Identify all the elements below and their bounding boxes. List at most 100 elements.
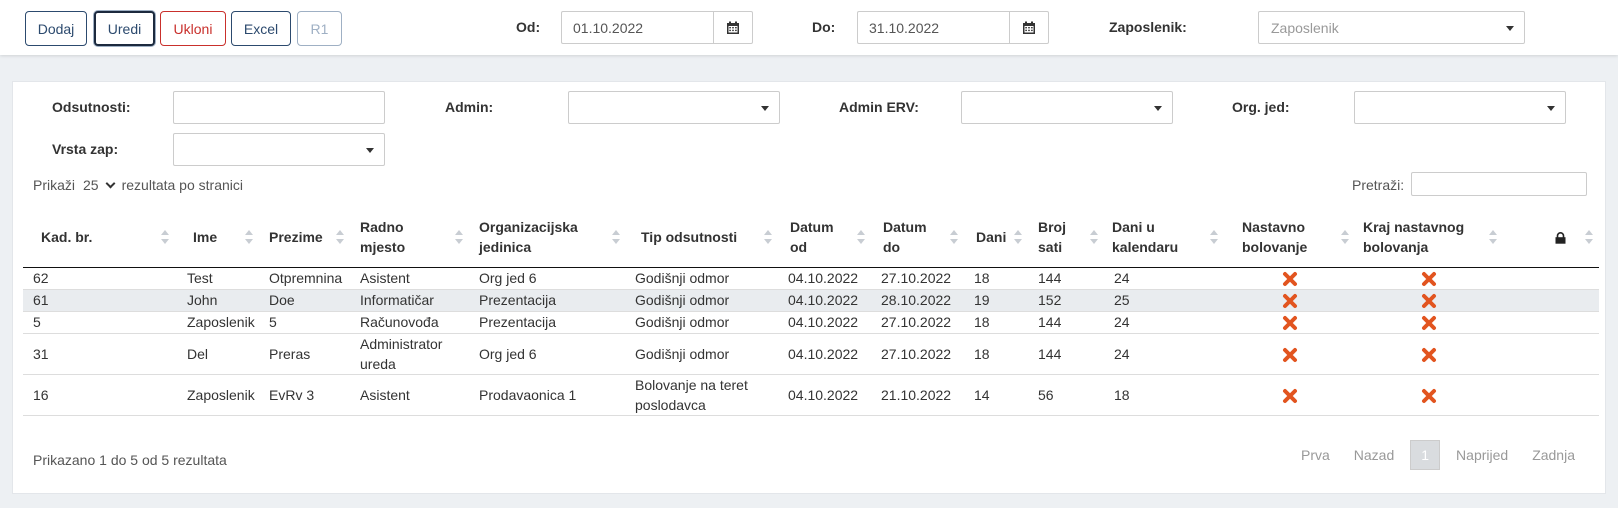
results-info: Prikazano 1 do 5 od 5 rezultata	[33, 452, 227, 468]
cell-kraj-nastavnog-bolovanja	[1355, 288, 1503, 311]
cell-radno-mjesto: Asistent	[350, 373, 469, 416]
per-page-label: rezultata po stranici	[121, 177, 243, 193]
sort-icon	[1090, 229, 1098, 244]
absences-input[interactable]	[173, 91, 385, 124]
cell-radno-mjesto: Asistent	[350, 266, 469, 289]
main-panel: Odsutnosti: Admin: Admin ERV: Org. jed: …	[12, 81, 1606, 494]
r1-button[interactable]: R1	[297, 11, 342, 46]
chevron-down-icon	[105, 178, 116, 188]
to-date-calendar-button[interactable]	[1009, 11, 1049, 44]
cell-nastavno-bolovanje	[1224, 288, 1355, 311]
admin-select[interactable]	[568, 91, 780, 124]
cell-broj-sati: 144	[1028, 310, 1104, 333]
sort-icon	[1014, 229, 1022, 244]
pagination-last[interactable]: Zadnja	[1520, 441, 1587, 469]
calendar-icon	[727, 21, 739, 34]
cell-prezime: Preras	[259, 332, 350, 374]
cell-datum-od: 04.10.2022	[778, 310, 871, 333]
search-input[interactable]	[1411, 172, 1587, 196]
pagination: Prva Nazad 1 Naprijed Zadnja	[1289, 440, 1587, 470]
x-icon	[1282, 316, 1297, 331]
cell-tip-odsutnosti: Bolovanje na teret poslodavca	[626, 373, 778, 416]
cell-kraj-nastavnog-bolovanja	[1355, 266, 1503, 289]
cell-org-jed: Prezentacija	[469, 288, 626, 311]
cell-datum-od: 04.10.2022	[778, 373, 871, 416]
sort-icon	[1210, 229, 1218, 244]
cell-ime: John	[175, 288, 259, 311]
from-date-calendar-button[interactable]	[713, 11, 753, 44]
cell-datum-od: 04.10.2022	[778, 332, 871, 374]
col-header-radno-mjesto[interactable]: Radno mjesto	[350, 207, 469, 268]
from-date-input[interactable]: 01.10.2022	[561, 11, 714, 44]
edit-button[interactable]: Uredi	[94, 11, 155, 46]
cell-ime: Zaposlenik	[175, 373, 259, 416]
table-row[interactable]: 31 Del Preras Administrator ureda Org je…	[23, 332, 1599, 374]
cell-prezime: 5	[259, 310, 350, 333]
col-header-nastavno-bolovanje[interactable]: Nastavno bolovanje	[1224, 207, 1355, 268]
org-unit-select[interactable]	[1354, 91, 1566, 124]
search-label: Pretraži:	[1352, 177, 1405, 193]
sort-icon	[455, 229, 463, 244]
remove-button[interactable]: Ukloni	[160, 11, 226, 46]
x-icon	[1282, 347, 1297, 362]
lock-icon	[1555, 232, 1566, 244]
cell-datum-od: 04.10.2022	[778, 288, 871, 311]
admin-label: Admin:	[445, 99, 494, 115]
cell-org-jed: Prezentacija	[469, 310, 626, 333]
x-icon	[1422, 316, 1436, 331]
table-row[interactable]: 62 Test Otpremnina Asistent Org jed 6 Go…	[23, 266, 1599, 289]
col-header-ime[interactable]: Ime	[175, 207, 259, 268]
table-row[interactable]: 61 John Doe Informatičar Prezentacija Go…	[23, 288, 1599, 311]
excel-button[interactable]: Excel	[231, 11, 291, 46]
cell-nastavno-bolovanje	[1224, 332, 1355, 374]
table-header-row: Kad. br. Ime Prezime Radno mjesto Organi…	[23, 207, 1599, 268]
pagination-prev[interactable]: Nazad	[1342, 441, 1406, 469]
col-header-dani[interactable]: Dani	[964, 207, 1028, 268]
pagination-first[interactable]: Prva	[1289, 441, 1342, 469]
cell-broj-sati: 152	[1028, 288, 1104, 311]
col-header-lock[interactable]	[1503, 207, 1599, 268]
col-header-datum-od[interactable]: Datum od	[778, 207, 871, 268]
employee-select[interactable]: Zaposlenik	[1258, 11, 1525, 44]
cell-prezime: EvRv 3	[259, 373, 350, 416]
admin-erv-select[interactable]	[961, 91, 1173, 124]
col-header-prezime[interactable]: Prezime	[259, 207, 350, 268]
cell-kad-br: 31	[23, 332, 175, 374]
cell-ime: Zaposlenik	[175, 310, 259, 333]
cell-dani: 14	[964, 373, 1028, 416]
cell-org-jed: Prodavaonica 1	[469, 373, 626, 416]
table-row[interactable]: 16 Zaposlenik EvRv 3 Asistent Prodavaoni…	[23, 373, 1599, 416]
col-header-dani-u-kalendaru[interactable]: Dani u kalendaru	[1104, 207, 1224, 268]
cell-tip-odsutnosti: Godišnji odmor	[626, 310, 778, 333]
col-header-org-jed[interactable]: Organizacijska jedinica	[469, 207, 626, 268]
col-header-tip-odsutnosti[interactable]: Tip odsutnosti	[626, 207, 778, 268]
cell-dani-u-kalendaru: 18	[1104, 373, 1224, 416]
org-unit-label: Org. jed:	[1232, 99, 1290, 115]
col-header-datum-do[interactable]: Datum do	[871, 207, 964, 268]
page-size-select[interactable]: 25	[83, 177, 116, 193]
cell-radno-mjesto: Računovođa	[350, 310, 469, 333]
cell-dani-u-kalendaru: 24	[1104, 310, 1224, 333]
cell-nastavno-bolovanje	[1224, 266, 1355, 289]
employment-type-select[interactable]	[173, 133, 385, 166]
cell-kad-br: 16	[23, 373, 175, 416]
col-header-kad-br[interactable]: Kad. br.	[23, 207, 175, 268]
to-date-input[interactable]: 31.10.2022	[857, 11, 1010, 44]
sort-icon	[245, 229, 253, 244]
cell-org-jed: Org jed 6	[469, 332, 626, 374]
sort-icon	[764, 229, 772, 244]
col-header-broj-sati[interactable]: Broj sati	[1028, 207, 1104, 268]
x-icon	[1422, 294, 1436, 309]
absences-table: Kad. br. Ime Prezime Radno mjesto Organi…	[23, 207, 1599, 416]
col-header-kraj-nastavnog-bolovanja[interactable]: Kraj nastavnog bolovanja	[1355, 207, 1503, 268]
from-date-label: Od:	[516, 19, 541, 35]
cell-nastavno-bolovanje	[1224, 310, 1355, 333]
sort-icon	[950, 229, 958, 244]
add-button[interactable]: Dodaj	[25, 11, 87, 46]
sort-icon	[1341, 229, 1349, 244]
pagination-current-page[interactable]: 1	[1410, 440, 1441, 470]
top-toolbar: Dodaj Uredi Ukloni Excel R1 Od: 01.10.20…	[0, 0, 1618, 55]
pagination-next[interactable]: Naprijed	[1444, 441, 1520, 469]
sort-icon	[336, 229, 344, 244]
table-row[interactable]: 5 Zaposlenik 5 Računovođa Prezentacija G…	[23, 310, 1599, 333]
